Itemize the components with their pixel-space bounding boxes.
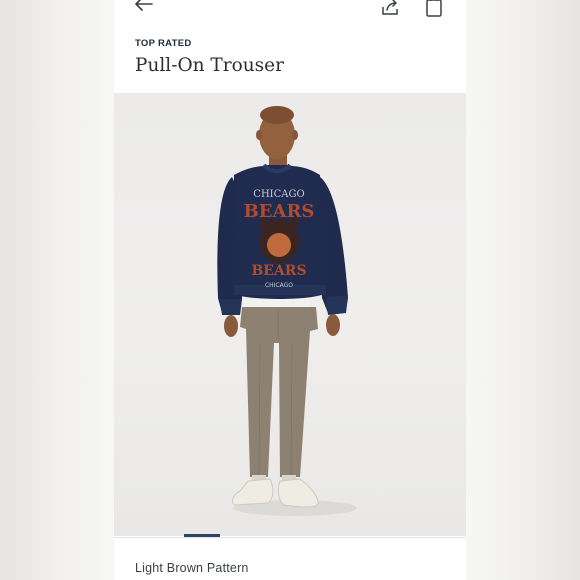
color-name: Light Brown Pattern bbox=[135, 561, 249, 575]
graphic-text-bottom: CHICAGO bbox=[265, 282, 293, 289]
arrow-left-icon[interactable] bbox=[132, 0, 156, 16]
shopping-bag-icon[interactable] bbox=[424, 0, 444, 18]
graphic-text-top: CHICAGO bbox=[253, 189, 304, 200]
product-title: Pull-On Trouser bbox=[135, 55, 284, 76]
divider bbox=[114, 537, 466, 538]
right-sneaker bbox=[277, 478, 319, 508]
right-hand bbox=[326, 314, 340, 336]
graphic-text-lower: BEARS bbox=[251, 263, 306, 279]
top-rated-badge: TOP RATED bbox=[135, 38, 192, 49]
left-hand bbox=[224, 315, 238, 337]
trousers bbox=[240, 307, 318, 477]
product-screen: TOP RATED Pull-On Trouser CHICAGO BEARS … bbox=[114, 0, 466, 580]
product-image[interactable]: CHICAGO BEARS BEARS CHICAGO bbox=[114, 93, 466, 536]
graphic-text-main: BEARS bbox=[244, 201, 315, 222]
left-sneaker bbox=[232, 478, 274, 506]
top-bar bbox=[114, 0, 466, 26]
share-icon[interactable] bbox=[378, 0, 402, 18]
